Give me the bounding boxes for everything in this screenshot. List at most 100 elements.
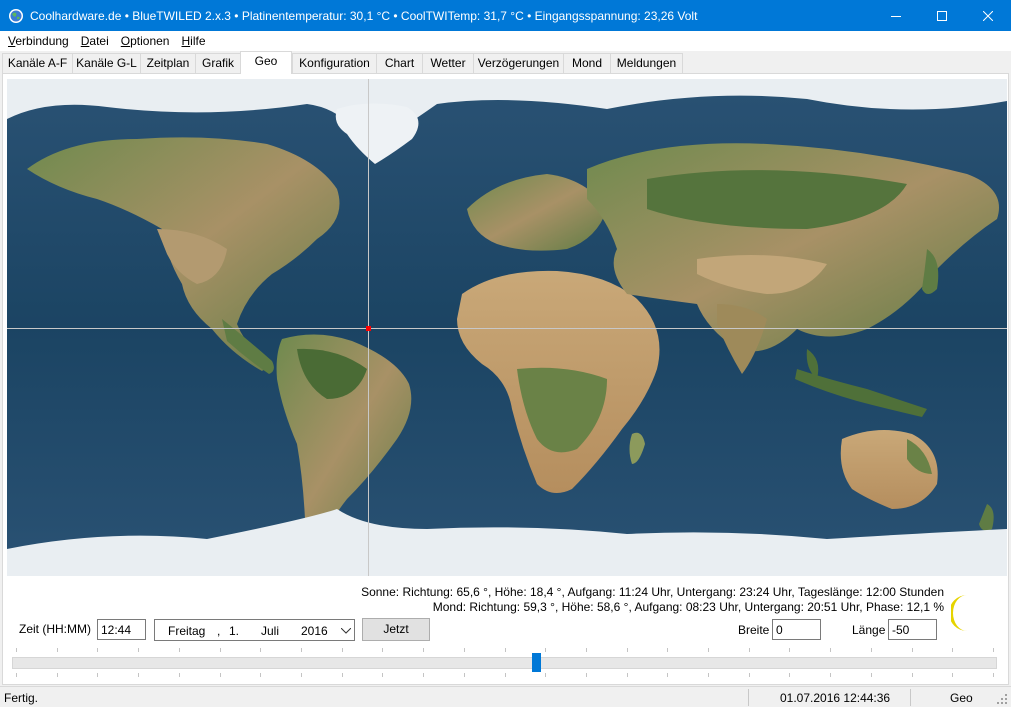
slider-tick <box>138 648 139 652</box>
menu-verbindung[interactable]: Verbindung <box>2 34 75 48</box>
slider-tick <box>423 648 424 652</box>
resize-grip-icon[interactable] <box>996 693 1008 705</box>
location-marker <box>366 326 371 331</box>
status-separator <box>910 689 911 706</box>
longitude-input[interactable] <box>888 619 937 640</box>
slider-tick <box>952 673 953 677</box>
minimize-button[interactable] <box>873 0 919 31</box>
slider-tick <box>993 648 994 652</box>
slider-tick <box>912 648 913 652</box>
sun-info: Sonne: Richtung: 65,6 °, Höhe: 18,4 °, A… <box>361 585 944 599</box>
tab-mond[interactable]: Mond <box>563 53 611 73</box>
geo-panel: Sonne: Richtung: 65,6 °, Höhe: 18,4 °, A… <box>2 73 1009 685</box>
now-button[interactable]: Jetzt <box>362 618 430 641</box>
tab-kanaele-g-l[interactable]: Kanäle G-L <box>72 53 141 73</box>
slider-tick <box>830 648 831 652</box>
window-title: Coolhardware.de • BlueTWILED 2.x.3 • Pla… <box>30 8 698 23</box>
tab-kanaele-a-f[interactable]: Kanäle A-F <box>2 53 73 73</box>
minimize-icon <box>891 15 901 17</box>
maximize-icon <box>937 10 947 21</box>
moon-info: Mond: Richtung: 59,3 °, Höhe: 58,6 °, Au… <box>432 600 944 614</box>
slider-tick <box>57 648 58 652</box>
menu-hilfe[interactable]: Hilfe <box>175 34 211 48</box>
status-bar: Fertig. 01.07.2016 12:44:36 Geo <box>0 686 1011 707</box>
slider-tick <box>586 648 587 652</box>
status-separator <box>748 689 749 706</box>
date-weekday: Freitag <box>168 624 206 638</box>
slider-tick <box>179 648 180 652</box>
slider-tick <box>749 648 750 652</box>
slider-tick <box>342 673 343 677</box>
slider-tick <box>57 673 58 677</box>
slider-tick <box>179 673 180 677</box>
slider-tick <box>749 673 750 677</box>
slider-tick <box>789 673 790 677</box>
slider-tick <box>220 648 221 652</box>
slider-tick <box>505 648 506 652</box>
slider-tick <box>220 673 221 677</box>
slider-tick <box>97 673 98 677</box>
slider-tick <box>667 673 668 677</box>
close-icon <box>983 10 993 21</box>
slider-tick <box>260 673 261 677</box>
status-active-tab: Geo <box>950 691 973 705</box>
slider-thumb[interactable] <box>532 653 541 672</box>
slider-tick <box>342 648 343 652</box>
slider-tick <box>627 673 628 677</box>
slider-tick <box>545 648 546 652</box>
menu-bar: Verbindung Datei Optionen Hilfe <box>0 31 1011 51</box>
slider-tick <box>423 673 424 677</box>
time-slider[interactable] <box>12 648 997 678</box>
date-picker[interactable]: Freitag , 1. Juli 2016 <box>154 619 355 641</box>
slider-tick <box>830 673 831 677</box>
slider-tick <box>260 648 261 652</box>
slider-tick <box>16 648 17 652</box>
menu-datei[interactable]: Datei <box>75 34 115 48</box>
menu-optionen[interactable]: Optionen <box>115 34 176 48</box>
tab-geo[interactable]: Geo <box>240 51 292 74</box>
slider-tick <box>789 648 790 652</box>
date-month: Juli <box>261 624 280 638</box>
time-input[interactable] <box>97 619 146 640</box>
tab-zeitplan[interactable]: Zeitplan <box>140 53 196 73</box>
slider-tick <box>545 673 546 677</box>
slider-tick <box>627 648 628 652</box>
slider-tick <box>301 648 302 652</box>
slider-tick <box>952 648 953 652</box>
tab-konfiguration[interactable]: Konfiguration <box>292 53 377 73</box>
date-separator: , <box>217 624 221 638</box>
tab-grafik[interactable]: Grafik <box>195 53 241 73</box>
slider-tick <box>708 648 709 652</box>
close-button[interactable] <box>965 0 1011 31</box>
slider-tick <box>97 648 98 652</box>
slider-tick <box>464 648 465 652</box>
slider-tick <box>586 673 587 677</box>
slider-tick <box>382 673 383 677</box>
title-bar: Coolhardware.de • BlueTWILED 2.x.3 • Pla… <box>0 0 1011 31</box>
crescent-moon-icon <box>951 595 967 631</box>
status-text: Fertig. <box>4 691 39 705</box>
slider-tick <box>138 673 139 677</box>
map-crosshair-horizontal <box>7 328 1007 329</box>
slider-tick <box>301 673 302 677</box>
slider-track[interactable] <box>12 657 997 669</box>
slider-tick <box>708 673 709 677</box>
status-datetime: 01.07.2016 12:44:36 <box>780 691 891 705</box>
slider-tick <box>871 673 872 677</box>
tab-verzoegerungen[interactable]: Verzögerungen <box>473 53 564 73</box>
slider-tick <box>667 648 668 652</box>
slider-tick <box>912 673 913 677</box>
tab-chart[interactable]: Chart <box>376 53 423 73</box>
world-map[interactable] <box>7 79 1007 576</box>
tab-bar: Kanäle A-F Kanäle G-L Zeitplan Grafik Ge… <box>0 51 1011 74</box>
latitude-input[interactable] <box>772 619 821 640</box>
tab-wetter[interactable]: Wetter <box>422 53 474 73</box>
date-day: 1. <box>229 624 240 638</box>
slider-tick <box>464 673 465 677</box>
chevron-down-icon <box>341 628 351 634</box>
longitude-label: Länge <box>852 623 886 637</box>
tab-meldungen[interactable]: Meldungen <box>610 53 683 73</box>
maximize-button[interactable] <box>919 0 965 31</box>
date-year: 2016 <box>301 624 328 638</box>
slider-tick <box>382 648 383 652</box>
